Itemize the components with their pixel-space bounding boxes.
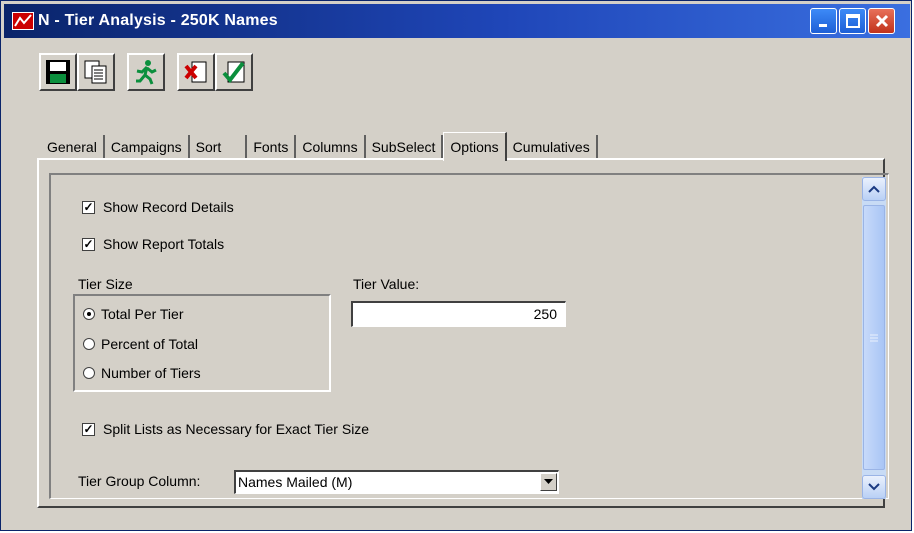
split-lists-label: Split Lists as Necessary for Exact Tier … (103, 421, 370, 437)
radio-number-of-tiers-button[interactable] (83, 367, 95, 379)
grip-icon (870, 334, 878, 341)
delete-icon (184, 61, 207, 83)
tab-fonts[interactable]: Fonts (247, 135, 297, 159)
tab-general[interactable]: General (41, 135, 105, 159)
title-bar[interactable]: N - Tier Analysis - 250K Names (4, 4, 910, 38)
show-report-totals-row[interactable]: ✓ Show Report Totals (82, 236, 224, 252)
close-button[interactable] (868, 8, 895, 34)
show-report-totals-label: Show Report Totals (103, 236, 225, 252)
chevron-down-icon (544, 479, 553, 484)
close-icon (875, 14, 888, 28)
minimize-button[interactable] (810, 8, 837, 34)
tier-size-label: Tier Size (78, 276, 133, 292)
tab-subselect[interactable]: SubSelect (366, 135, 444, 159)
maximize-icon (845, 14, 860, 28)
maximize-button[interactable] (839, 8, 866, 34)
tier-group-column-select[interactable]: Names Mailed (M) (234, 470, 559, 494)
tier-group-column-label: Tier Group Column: (78, 473, 201, 489)
window-title: N - Tier Analysis - 250K Names (38, 12, 278, 29)
tier-analysis-window: N - Tier Analysis - 250K Names General C… (0, 0, 912, 531)
show-record-details-checkbox[interactable]: ✓ (82, 200, 95, 214)
split-lists-checkbox[interactable]: ✓ (82, 422, 95, 436)
run-button[interactable] (127, 53, 165, 91)
copy-button[interactable] (77, 53, 115, 91)
radio-number-of-tiers-label: Number of Tiers (101, 365, 201, 381)
scroll-down-button[interactable] (862, 475, 886, 499)
scroll-up-button[interactable] (862, 177, 886, 201)
tier-group-column-value: Names Mailed (M) (238, 474, 353, 490)
tab-cumulatives[interactable]: Cumulatives (507, 135, 598, 159)
radio-percent-of-total-label: Percent of Total (101, 336, 199, 352)
show-report-totals-checkbox[interactable]: ✓ (82, 237, 95, 251)
minimize-icon (818, 24, 827, 27)
vertical-scrollbar[interactable] (862, 177, 886, 499)
tab-sort[interactable]: Sort (190, 135, 248, 159)
save-icon (46, 60, 70, 84)
radio-total-per-tier-label: Total Per Tier (101, 306, 184, 322)
tab-columns[interactable]: Columns (296, 135, 366, 159)
tier-value-label: Tier Value: (353, 276, 420, 292)
chevron-up-icon (868, 185, 880, 193)
ok-check-icon (222, 61, 245, 84)
tab-strip: General Campaigns Sort Fonts Columns Sub… (41, 131, 598, 161)
ok-button[interactable] (215, 53, 253, 91)
chart-app-icon (12, 12, 34, 30)
radio-percent-of-total[interactable]: Percent of Total (83, 336, 198, 352)
run-icon (136, 60, 157, 85)
toolbar (39, 53, 253, 99)
chevron-down-icon (868, 483, 880, 491)
tab-options[interactable]: Options (443, 132, 507, 161)
radio-percent-of-total-button[interactable] (83, 338, 95, 350)
tab-campaigns[interactable]: Campaigns (105, 135, 190, 159)
radio-number-of-tiers[interactable]: Number of Tiers (83, 365, 201, 381)
radio-total-per-tier-button[interactable] (83, 308, 95, 320)
show-record-details-label: Show Record Details (103, 199, 234, 215)
copy-icon (84, 60, 107, 84)
dropdown-button[interactable] (540, 473, 557, 491)
tier-value-input[interactable]: 250 (351, 301, 566, 327)
radio-total-per-tier[interactable]: Total Per Tier (83, 306, 183, 322)
save-button[interactable] (39, 53, 77, 91)
scroll-thumb[interactable] (863, 205, 885, 470)
show-record-details-row[interactable]: ✓ Show Record Details (82, 199, 234, 215)
split-lists-row[interactable]: ✓ Split Lists as Necessary for Exact Tie… (82, 421, 369, 437)
delete-button[interactable] (177, 53, 215, 91)
